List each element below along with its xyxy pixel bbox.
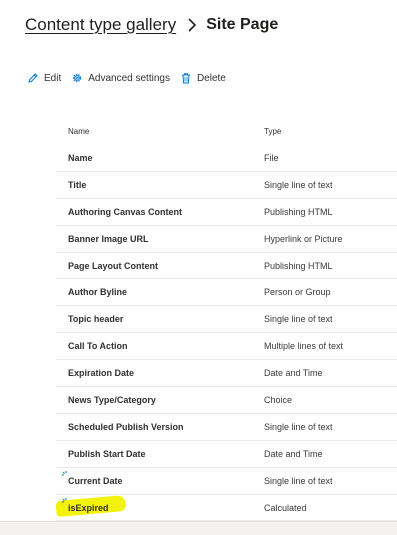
row-name[interactable]: Publish Start Date	[56, 449, 264, 459]
table-row[interactable]: Title Single line of text	[56, 172, 397, 199]
row-name[interactable]: News Type/Category	[56, 395, 264, 405]
table-row[interactable]: Current Date Single line of text	[56, 468, 397, 495]
row-type: Single line of text	[264, 179, 333, 190]
columns-table: Name Type Name File Title Single line of…	[56, 117, 397, 522]
content-type-page: Content type gallery Site Page Edit Adva…	[0, 0, 397, 535]
row-type: File	[264, 152, 279, 163]
advanced-settings-button[interactable]: Advanced settings	[71, 72, 170, 84]
breadcrumb: Content type gallery Site Page	[25, 15, 278, 35]
row-type: Single line of text	[264, 421, 333, 432]
row-type: Single line of text	[264, 314, 333, 325]
table-row[interactable]: Publish Start Date Date and Time	[56, 441, 397, 468]
table-row[interactable]: Name File	[56, 145, 397, 172]
breadcrumb-current-site-page: Site Page	[206, 16, 279, 33]
row-name[interactable]: Topic header	[56, 314, 264, 324]
chevron-right-icon	[188, 18, 197, 32]
pencil-icon	[28, 73, 38, 83]
row-type: Date and Time	[264, 368, 323, 379]
row-type: Publishing HTML	[264, 206, 333, 217]
trash-icon	[181, 73, 190, 84]
row-type: Hyperlink or Picture	[264, 233, 343, 244]
column-header-name[interactable]: Name	[56, 127, 264, 136]
row-type: Person or Group	[264, 287, 331, 298]
horizontal-scrollbar[interactable]	[0, 521, 397, 535]
row-type: Choice	[264, 394, 293, 405]
row-name[interactable]: Scheduled Publish Version	[56, 422, 264, 432]
table-row[interactable]: Page Layout Content Publishing HTML	[56, 253, 397, 280]
row-name[interactable]: Author Byline	[56, 287, 264, 297]
row-name[interactable]: Title	[56, 180, 264, 190]
table-header: Name Type	[56, 117, 397, 145]
row-type: Publishing HTML	[264, 260, 333, 271]
edit-button[interactable]: Edit	[27, 72, 61, 84]
row-name-text: isExpired	[68, 502, 109, 513]
delete-label: Delete	[196, 72, 226, 84]
row-name[interactable]: Banner Image URL	[56, 234, 264, 244]
row-name[interactable]: Name	[56, 153, 264, 163]
table-row[interactable]: Banner Image URL Hyperlink or Picture	[56, 226, 397, 253]
command-bar: Edit Advanced settings Delete	[27, 72, 236, 84]
row-name[interactable]: Expiration Date	[56, 368, 264, 378]
row-name[interactable]: Page Layout Content	[56, 261, 264, 271]
row-type: Single line of text	[264, 475, 333, 486]
table-row[interactable]: Topic header Single line of text	[56, 306, 397, 334]
row-type: Multiple lines of text	[264, 341, 344, 352]
table-row[interactable]: Author Byline Person or Group	[56, 279, 397, 307]
loading-spinner-icon	[62, 470, 67, 476]
loading-spinner-icon	[62, 497, 67, 503]
row-name[interactable]: Current Date	[56, 470, 264, 486]
row-name[interactable]: Authoring Canvas Content	[56, 207, 264, 217]
row-type: Date and Time	[264, 448, 323, 459]
column-header-type[interactable]: Type	[264, 127, 397, 136]
advanced-settings-label: Advanced settings	[88, 72, 170, 84]
row-name[interactable]: isExpired	[56, 497, 264, 513]
row-name-text: Current Date	[68, 475, 123, 486]
table-row[interactable]: Call To Action Multiple lines of text	[56, 333, 397, 361]
breadcrumb-content-type-gallery[interactable]: Content type gallery	[25, 15, 176, 35]
table-row[interactable]: News Type/Category Choice	[56, 387, 397, 414]
table-row[interactable]: Scheduled Publish Version Single line of…	[56, 414, 397, 441]
edit-label: Edit	[44, 72, 62, 84]
row-name[interactable]: Call To Action	[56, 341, 264, 351]
delete-button[interactable]: Delete	[180, 72, 226, 84]
table-row[interactable]: isExpired Calculated	[56, 495, 397, 522]
gear-icon	[73, 73, 82, 83]
table-row[interactable]: Authoring Canvas Content Publishing HTML	[56, 199, 397, 226]
row-type: Calculated	[264, 502, 307, 513]
table-row[interactable]: Expiration Date Date and Time	[56, 360, 397, 388]
